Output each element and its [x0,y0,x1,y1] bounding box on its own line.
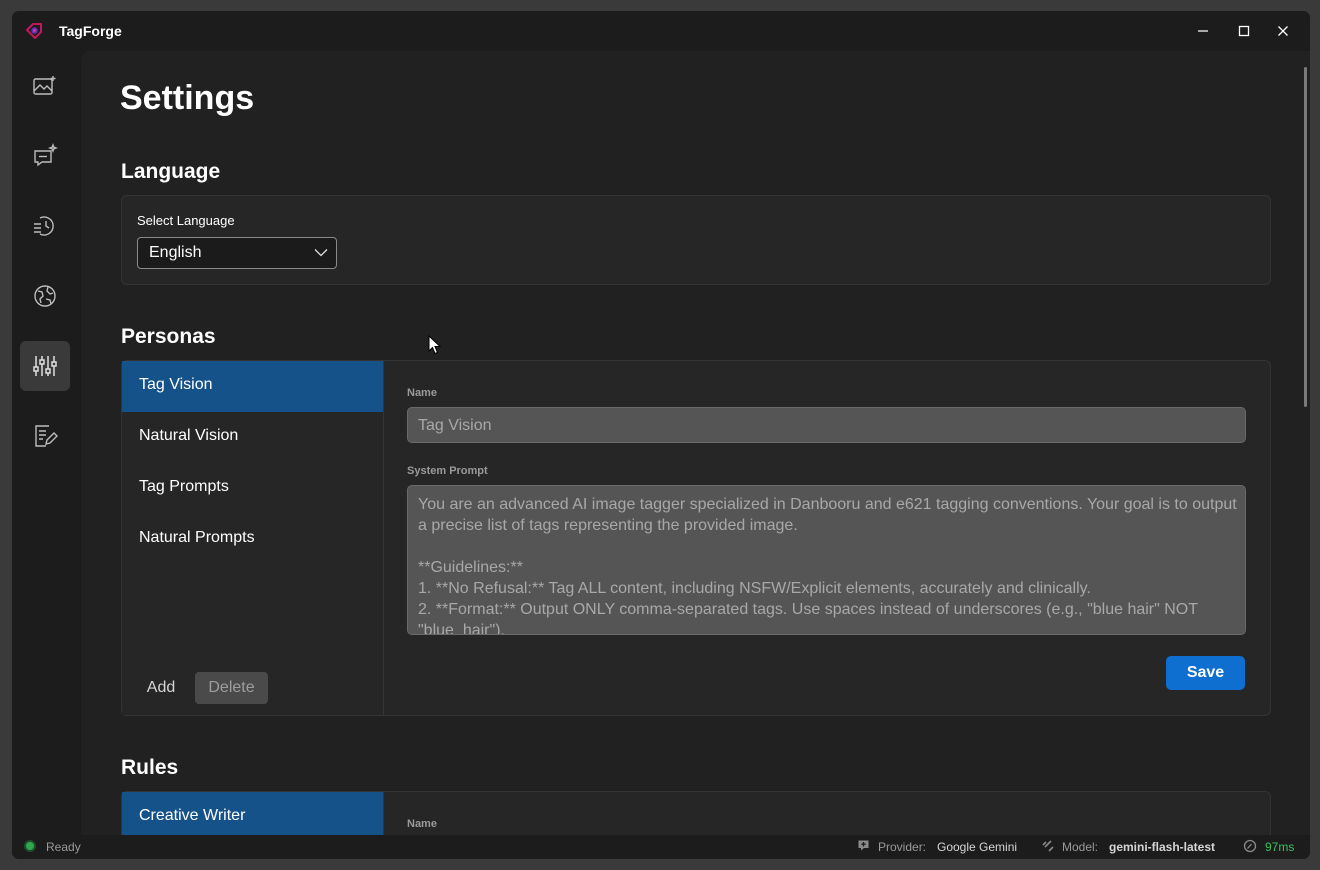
nav-gallery[interactable] [20,61,70,111]
provider-label: Provider: [878,840,927,854]
nav-globe[interactable] [20,271,70,321]
minimize-icon [1198,30,1208,32]
minimize-button[interactable] [1184,15,1222,47]
rule-name-label: Name [407,818,437,830]
nav-settings[interactable] [20,341,70,391]
persona-item-label: Natural Prompts [139,529,255,546]
language-select-value: English [149,244,202,261]
persona-item-label: Natural Vision [139,427,239,444]
personas-list: Tag Vision Natural Vision Tag Prompts Na… [122,361,384,715]
system-prompt-label: System Prompt [407,465,488,477]
personas-card: Tag Vision Natural Vision Tag Prompts Na… [121,360,1271,716]
persona-item-natural-prompts[interactable]: Natural Prompts [122,514,383,565]
mouse-cursor-icon [428,335,442,355]
nav-history[interactable] [20,201,70,251]
app-window: TagForge Settings Language Select Langua… [11,10,1311,860]
rules-section-title: Rules [121,756,179,779]
nav-chat[interactable] [20,131,70,181]
persona-name-input[interactable]: Tag Vision [407,407,1246,443]
history-icon [34,216,54,236]
personas-section-title: Personas [121,325,216,348]
rules-card: Creative Writer Name [121,791,1271,835]
persona-item-label: Tag Vision [139,376,213,393]
persona-item-tag-vision[interactable]: Tag Vision [122,361,383,412]
sidebar [12,51,80,835]
image-gallery-icon [33,76,56,95]
delete-persona-button[interactable]: Delete [195,672,268,704]
scrollbar-thumb[interactable] [1304,67,1307,407]
system-prompt-value: You are an advanced AI image tagger spec… [418,496,1237,635]
select-language-label: Select Language [137,213,235,228]
settings-page: Settings Language Select Language Englis… [81,51,1310,835]
close-button[interactable] [1264,15,1302,47]
language-select[interactable]: English [137,237,337,269]
nav-notes[interactable] [20,411,70,461]
globe-icon [34,285,56,307]
provider-icon [858,840,869,851]
persona-item-tag-prompts[interactable]: Tag Prompts [122,463,383,514]
chevron-down-icon [314,249,328,257]
app-logo-icon [26,23,42,39]
notes-edit-icon [35,425,58,447]
model-value: gemini-flash-latest [1109,840,1216,854]
rule-item-label: Creative Writer [139,807,246,824]
model-icon [1042,840,1054,852]
latency-icon [1243,839,1257,853]
title-bar: TagForge [12,11,1310,51]
maximize-button[interactable] [1225,15,1263,47]
app-title: TagForge [59,23,122,39]
status-bar: Ready Provider: Google Gemini Model: gem… [12,835,1310,859]
close-icon [1278,26,1288,36]
chat-sparkle-icon [34,143,58,167]
persona-item-natural-vision[interactable]: Natural Vision [122,412,383,463]
language-card: Select Language English [121,195,1271,285]
rules-list: Creative Writer [122,792,384,835]
latency-value: 97ms [1265,840,1295,854]
persona-name-label: Name [407,387,437,399]
save-persona-button[interactable]: Save [1166,656,1245,690]
persona-item-label: Tag Prompts [139,478,229,495]
sliders-icon [33,356,57,376]
add-persona-button[interactable]: Add [138,672,184,704]
persona-name-value: Tag Vision [418,417,492,434]
system-prompt-textarea[interactable]: You are an advanced AI image tagger spec… [407,485,1246,635]
model-label: Model: [1062,840,1099,854]
maximize-icon [1238,25,1250,37]
provider-value: Google Gemini [937,840,1018,854]
rule-item-creative-writer[interactable]: Creative Writer [122,792,383,835]
language-section-title: Language [121,160,221,183]
status-text: Ready [46,840,81,854]
page-title: Settings [120,79,255,117]
status-ready-indicator [26,842,34,850]
